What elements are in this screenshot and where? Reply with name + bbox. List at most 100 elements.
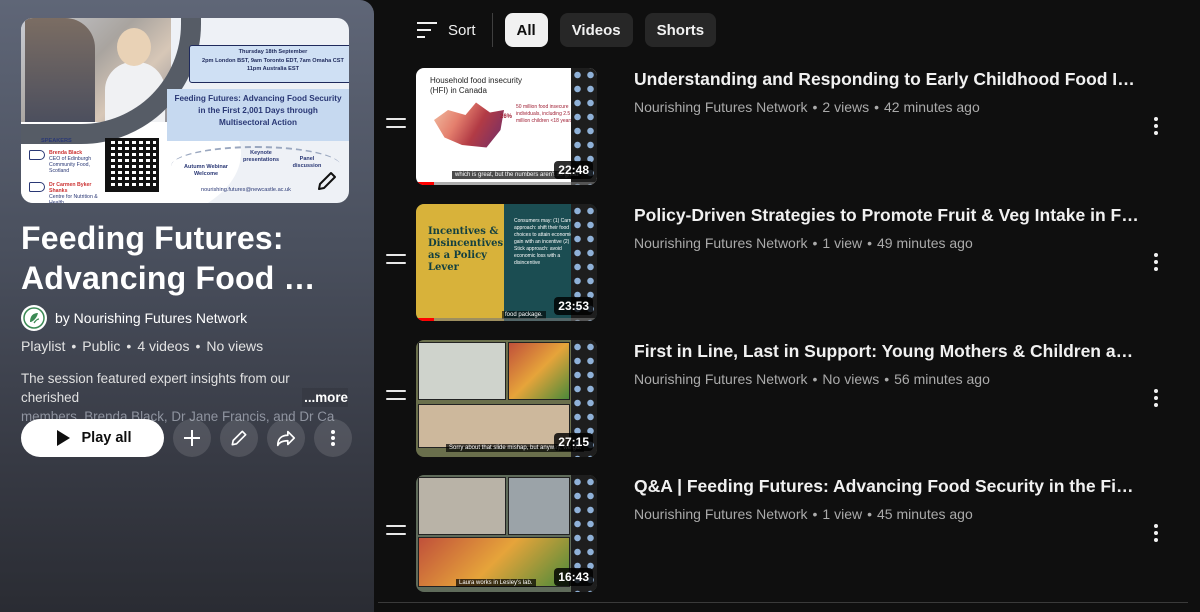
playlist-meta: Playlist • Public • 4 videos • No views bbox=[21, 338, 264, 354]
playlist-title: Feeding Futures: Advancing Food … bbox=[21, 220, 316, 296]
playlist-video-row[interactable]: Incentives & Disincentives as a Policy L… bbox=[378, 204, 1188, 326]
playlist-cover-image[interactable]: Thursday 18th September 2pm London BST, … bbox=[21, 18, 349, 203]
video-meta: Nourishing Futures Network • No views • 56 m… bbox=[634, 371, 990, 387]
more-actions-button[interactable] bbox=[314, 419, 352, 457]
progress-track bbox=[416, 182, 597, 185]
thumb-stat: 50 million food insecure individuals, in… bbox=[516, 104, 573, 124]
share-icon bbox=[276, 430, 296, 447]
progress-track bbox=[416, 318, 597, 321]
thumb-text: Consumers may: (1) Carrot approach: shif… bbox=[514, 218, 575, 266]
video-channel[interactable]: Nourishing Futures Network bbox=[634, 506, 808, 522]
chip-all[interactable]: All bbox=[504, 13, 548, 47]
thumb-percent: 26% bbox=[500, 114, 513, 120]
drag-handle-icon[interactable] bbox=[386, 525, 406, 539]
watch-progress-bar bbox=[416, 318, 435, 321]
plus-icon bbox=[184, 430, 200, 446]
cover-date-box: Thursday 18th September 2pm London BST, … bbox=[189, 45, 349, 83]
playlist-description: The session featured expert insights fro… bbox=[21, 369, 351, 426]
video-title[interactable]: Understanding and Responding to Early Ch… bbox=[634, 68, 1139, 90]
cover-speaker2-name: Dr Carmen Byker Shanks bbox=[49, 182, 92, 194]
thumb-slide-title: Household food insecurity (HFI) in Canad… bbox=[430, 76, 523, 95]
drag-handle-icon[interactable] bbox=[386, 254, 406, 268]
drag-handle-icon[interactable] bbox=[386, 118, 406, 132]
thumb-video-tile bbox=[508, 342, 570, 400]
video-age: 45 minutes ago bbox=[877, 506, 973, 522]
video-age: 49 minutes ago bbox=[877, 235, 973, 251]
video-meta: Nourishing Futures Network • 2 views • 42 mi… bbox=[634, 99, 980, 115]
video-views: 1 view bbox=[822, 506, 863, 522]
thumb-video-tile bbox=[418, 477, 506, 535]
channel-avatar[interactable] bbox=[21, 305, 47, 331]
video-views: 1 view bbox=[822, 235, 863, 251]
thumb-heading: Incentives & Disincentives as a Policy L… bbox=[428, 226, 504, 273]
video-duration: 23:53 bbox=[554, 297, 593, 315]
video-thumbnail[interactable]: Sorry about that slide mishap, but anywa… bbox=[416, 340, 597, 457]
video-channel[interactable]: Nourishing Futures Network bbox=[634, 371, 808, 387]
cover-step-2: Keynote presentations bbox=[242, 150, 280, 163]
playlist-views: No views bbox=[206, 338, 264, 354]
video-age: 42 minutes ago bbox=[884, 99, 980, 115]
cover-step-3: Panel discussion bbox=[292, 156, 322, 169]
video-age: 56 minutes ago bbox=[894, 371, 990, 387]
megaphone-icon bbox=[29, 150, 45, 160]
pencil-icon bbox=[231, 430, 247, 446]
cover-speaker2-role: Centre for Nutrition & Health bbox=[49, 194, 98, 203]
more-vert-icon[interactable] bbox=[1146, 252, 1166, 272]
cover-step-1: Autumn Webinar Welcome bbox=[184, 164, 228, 177]
cover-date-line3: 11pm Australia EST bbox=[246, 66, 300, 72]
video-thumbnail[interactable]: Incentives & Disincentives as a Policy L… bbox=[416, 204, 597, 321]
video-title[interactable]: Q&A | Feeding Futures: Advancing Food Se… bbox=[634, 475, 1139, 497]
thumb-map bbox=[434, 102, 504, 148]
cover-heading: Feeding Futures: Advancing Food Security… bbox=[167, 89, 349, 141]
cover-date-line1: Thursday 18th September bbox=[238, 49, 308, 55]
more-vert-icon[interactable] bbox=[1146, 523, 1166, 543]
chip-shorts[interactable]: Shorts bbox=[644, 13, 717, 47]
playlist-video-row[interactable]: Sorry about that slide mishap, but anywa… bbox=[378, 340, 1188, 462]
play-all-button[interactable]: Play all bbox=[21, 419, 164, 457]
video-meta: Nourishing Futures Network • 1 view • 49 min… bbox=[634, 235, 973, 251]
more-vert-icon[interactable] bbox=[1146, 388, 1166, 408]
video-duration: 27:15 bbox=[554, 433, 593, 451]
playlist-video-row[interactable]: Household food insecurity (HFI) in Canad… bbox=[378, 68, 1188, 190]
video-meta: Nourishing Futures Network • 1 view • 45 min… bbox=[634, 506, 973, 522]
watch-progress-bar bbox=[416, 182, 435, 185]
cover-speakers-heading: SPEAKERS bbox=[41, 138, 72, 144]
playlist-actions: Play all bbox=[21, 419, 352, 457]
video-views: No views bbox=[822, 371, 880, 387]
video-duration: 22:48 bbox=[554, 161, 593, 179]
cover-speaker-1: Brenda Black CEO of Edinburgh Community F… bbox=[29, 150, 109, 174]
video-channel[interactable]: Nourishing Futures Network bbox=[634, 235, 808, 251]
filter-bar: Sort All Videos Shorts bbox=[416, 13, 717, 47]
chip-videos[interactable]: Videos bbox=[559, 13, 633, 47]
video-title[interactable]: Policy-Driven Strategies to Promote Frui… bbox=[634, 204, 1139, 226]
video-duration: 16:43 bbox=[554, 568, 593, 586]
sort-button[interactable]: Sort bbox=[416, 13, 493, 47]
video-title[interactable]: First in Line, Last in Support: Young Mo… bbox=[634, 340, 1139, 362]
play-icon bbox=[56, 430, 70, 446]
thumb-video-tile bbox=[418, 404, 570, 448]
edit-button[interactable] bbox=[220, 419, 258, 457]
sort-icon bbox=[417, 22, 437, 38]
share-button[interactable] bbox=[267, 419, 305, 457]
playlist-owner[interactable]: by Nourishing Futures Network bbox=[21, 305, 247, 331]
thumb-video-tile bbox=[508, 477, 570, 535]
drag-handle-icon[interactable] bbox=[386, 390, 406, 404]
playlist-video-count: 4 videos bbox=[137, 338, 190, 354]
more-link[interactable]: ...more bbox=[302, 388, 348, 407]
play-all-label: Play all bbox=[81, 430, 132, 446]
sort-label: Sort bbox=[448, 21, 476, 39]
playlist-privacy: Public bbox=[82, 338, 121, 354]
cover-speaker1-role: CEO of Edinburgh Community Food, Scotlan… bbox=[49, 156, 92, 174]
owner-name[interactable]: by Nourishing Futures Network bbox=[55, 310, 247, 326]
list-divider bbox=[378, 602, 1188, 603]
playlist-video-row[interactable]: Laura works in Lesley's lab. 16:43 Q&A |… bbox=[378, 475, 1188, 597]
pencil-icon[interactable] bbox=[315, 169, 339, 193]
more-vert-icon[interactable] bbox=[1146, 116, 1166, 136]
more-vert-icon bbox=[331, 430, 335, 446]
video-thumbnail[interactable]: Laura works in Lesley's lab. 16:43 bbox=[416, 475, 597, 592]
video-channel[interactable]: Nourishing Futures Network bbox=[634, 99, 808, 115]
add-to-button[interactable] bbox=[173, 419, 211, 457]
cover-date-line2: 2pm London BST, 9am Toronto EDT, 7am Oma… bbox=[202, 57, 344, 64]
video-thumbnail[interactable]: Household food insecurity (HFI) in Canad… bbox=[416, 68, 597, 185]
thumb-caption: Laura works in Lesley's lab. bbox=[456, 579, 536, 587]
